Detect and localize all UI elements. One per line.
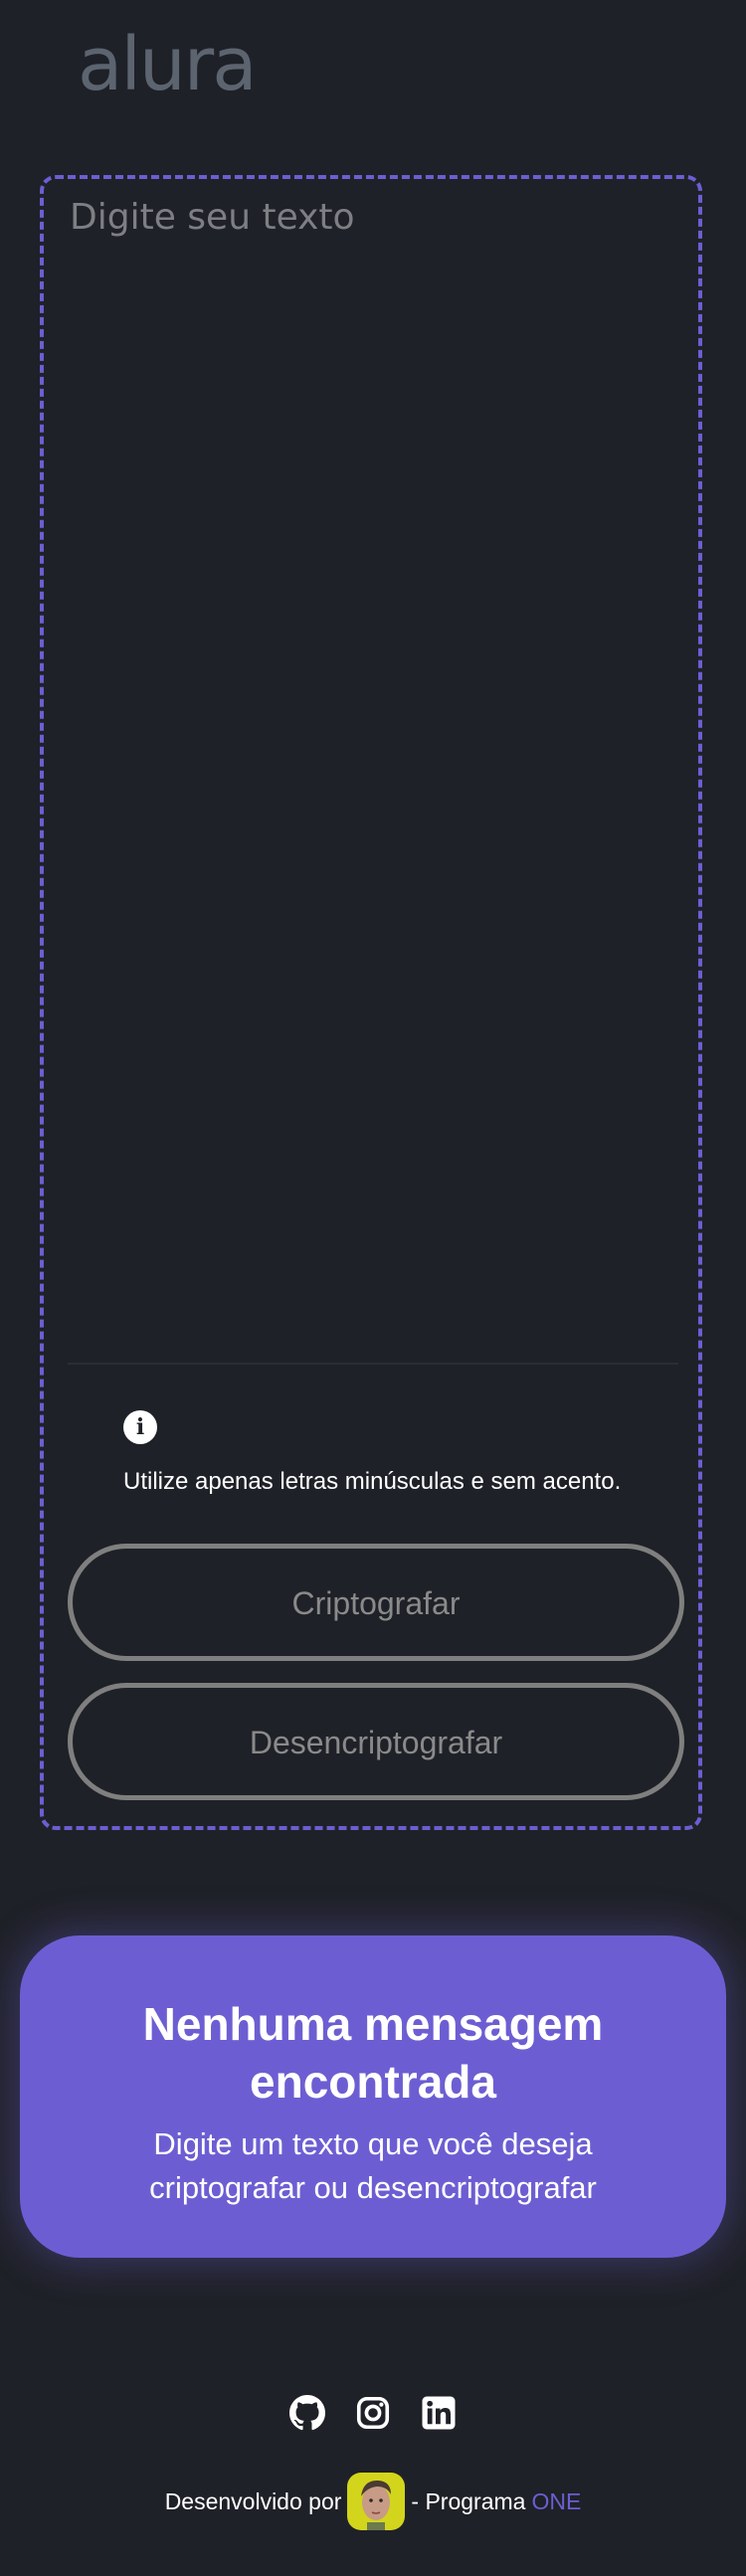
input-card: i Utilize apenas letras minúsculas e sem… [40,175,702,1830]
hint-text: Utilize apenas letras minúsculas e sem a… [123,1468,622,1495]
program-one-link[interactable]: ONE [531,2488,581,2515]
avatar [347,2473,406,2530]
github-icon[interactable] [289,2395,325,2431]
instagram-icon[interactable] [355,2395,391,2431]
encrypt-button[interactable]: Criptografar [68,1544,684,1661]
footer: Desenvolvido por - Programa ONE [0,2473,746,2530]
output-panel: Nenhuma mensagem encontrada Digite um te… [20,1935,726,2258]
linkedin-icon[interactable] [421,2395,457,2431]
alura-logo: alura [78,22,258,107]
decrypt-button[interactable]: Desencriptografar [68,1683,684,1800]
footer-prefix: Desenvolvido por [164,2487,342,2514]
footer-suffix: - Programa [411,2487,526,2514]
social-links [0,2395,746,2431]
output-title: Nenhuma mensagem encontrada [142,1998,604,2108]
info-icon: i [123,1410,157,1444]
output-text: Digite um texto que você deseja criptogr… [149,2126,597,2205]
divider [68,1363,678,1365]
text-input[interactable] [68,195,678,1343]
